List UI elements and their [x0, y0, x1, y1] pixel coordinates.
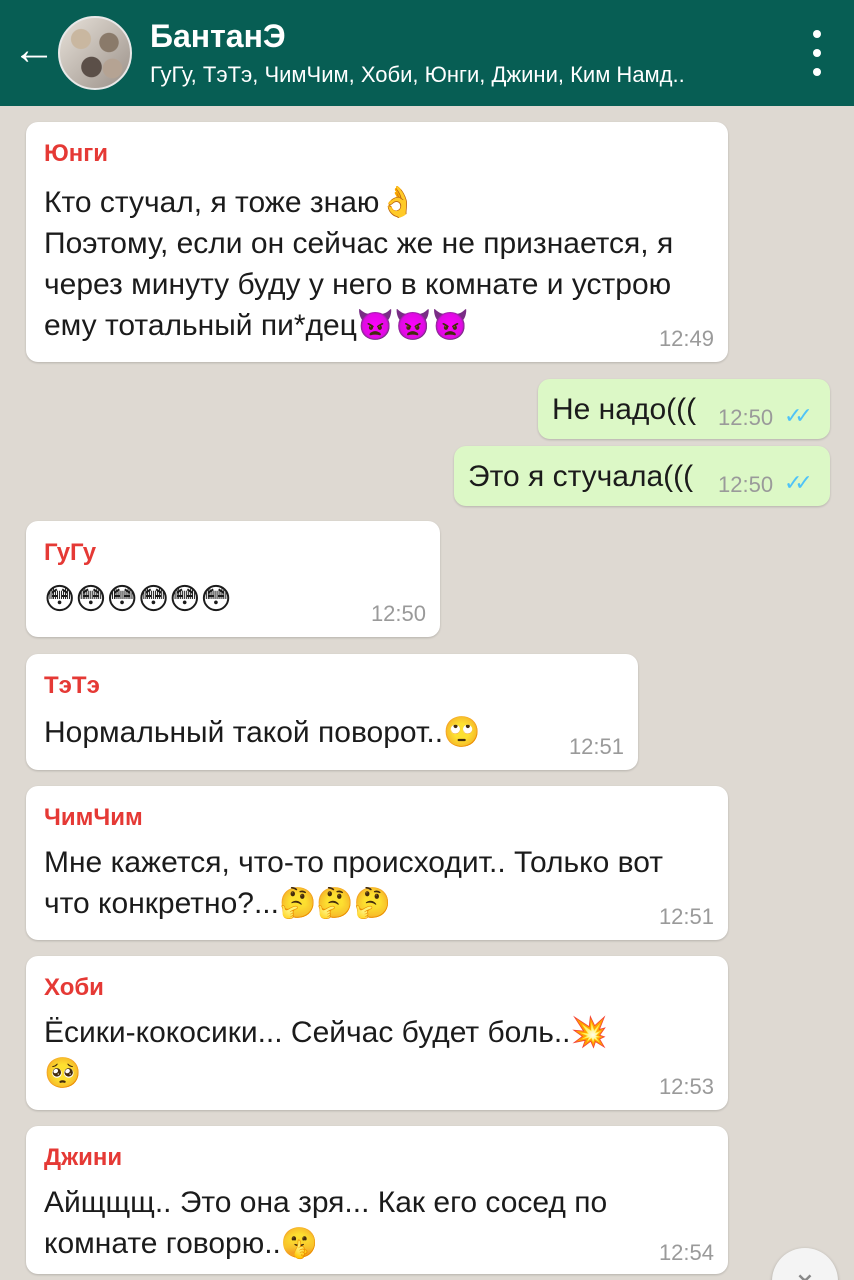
- outgoing-message[interactable]: Это я стучала((( 12:50 ✓✓: [454, 446, 830, 506]
- message-sender: Хоби: [44, 974, 104, 1001]
- message-text: Это я стучала(((: [468, 460, 694, 493]
- message-time: 12:54: [658, 1240, 714, 1265]
- message-text: Нормальный такой поворот..🙄: [44, 716, 481, 749]
- message-time: 12:51: [658, 904, 714, 929]
- incoming-message[interactable]: ТэТэ Нормальный такой поворот..🙄 12:51: [26, 654, 638, 770]
- message-sender: Джини: [44, 1144, 123, 1171]
- group-avatar[interactable]: [58, 16, 132, 90]
- outgoing-message[interactable]: Не надо((( 12:50 ✓✓: [538, 379, 830, 439]
- message-sender: Юнги: [44, 140, 108, 167]
- message-text: Айщщщ.. Это она зря... Как его сосед по …: [44, 1186, 608, 1260]
- incoming-message[interactable]: ГуГу 😳😳😳😳😳😳 12:50: [26, 521, 440, 637]
- message-time: 12:50: [718, 405, 774, 430]
- read-ticks-icon: ✓✓: [784, 470, 813, 495]
- message-text: 😳😳😳😳😳😳: [44, 583, 232, 616]
- message-text: Не надо(((: [552, 393, 697, 426]
- incoming-message[interactable]: Юнги Кто стучал, я тоже знаю👌 Поэтому, е…: [26, 122, 728, 362]
- incoming-message[interactable]: ЧимЧим Мне кажется, что-то происходит.. …: [26, 786, 728, 940]
- message-text: Кто стучал, я тоже знаю👌 Поэтому, если о…: [44, 186, 674, 342]
- chat-title[interactable]: БантанЭ: [150, 18, 286, 55]
- message-time: 12:53: [658, 1074, 714, 1099]
- chat-members[interactable]: ГуГу, ТэТэ, ЧимЧим, Хоби, Юнги, Джини, К…: [150, 62, 770, 88]
- message-sender: ГуГу: [44, 539, 97, 566]
- message-sender: ЧимЧим: [44, 804, 143, 831]
- message-time: 12:51: [568, 734, 624, 759]
- message-time: 12:49: [658, 326, 714, 351]
- read-ticks-icon: ✓✓: [784, 403, 813, 428]
- chevron-down-icon: ⌄: [792, 1256, 818, 1280]
- chat-header: ← БантанЭ ГуГу, ТэТэ, ЧимЧим, Хоби, Юнги…: [0, 0, 854, 106]
- incoming-message[interactable]: Хоби Ёсики-кокосики... Сейчас будет боль…: [26, 956, 728, 1110]
- back-arrow-icon[interactable]: ←: [12, 28, 56, 72]
- message-text: Ёсики-кокосики... Сейчас будет боль..💥 🥺: [44, 1016, 608, 1090]
- message-time: 12:50: [370, 601, 426, 626]
- incoming-message[interactable]: Джини Айщщщ.. Это она зря... Как его сос…: [26, 1126, 728, 1274]
- message-list[interactable]: Юнги Кто стучал, я тоже знаю👌 Поэтому, е…: [0, 106, 854, 1280]
- message-text: Мне кажется, что-то происходит.. Только …: [44, 846, 663, 920]
- more-vert-icon[interactable]: [810, 30, 824, 76]
- message-time: 12:50: [718, 472, 774, 497]
- message-sender: ТэТэ: [44, 672, 100, 699]
